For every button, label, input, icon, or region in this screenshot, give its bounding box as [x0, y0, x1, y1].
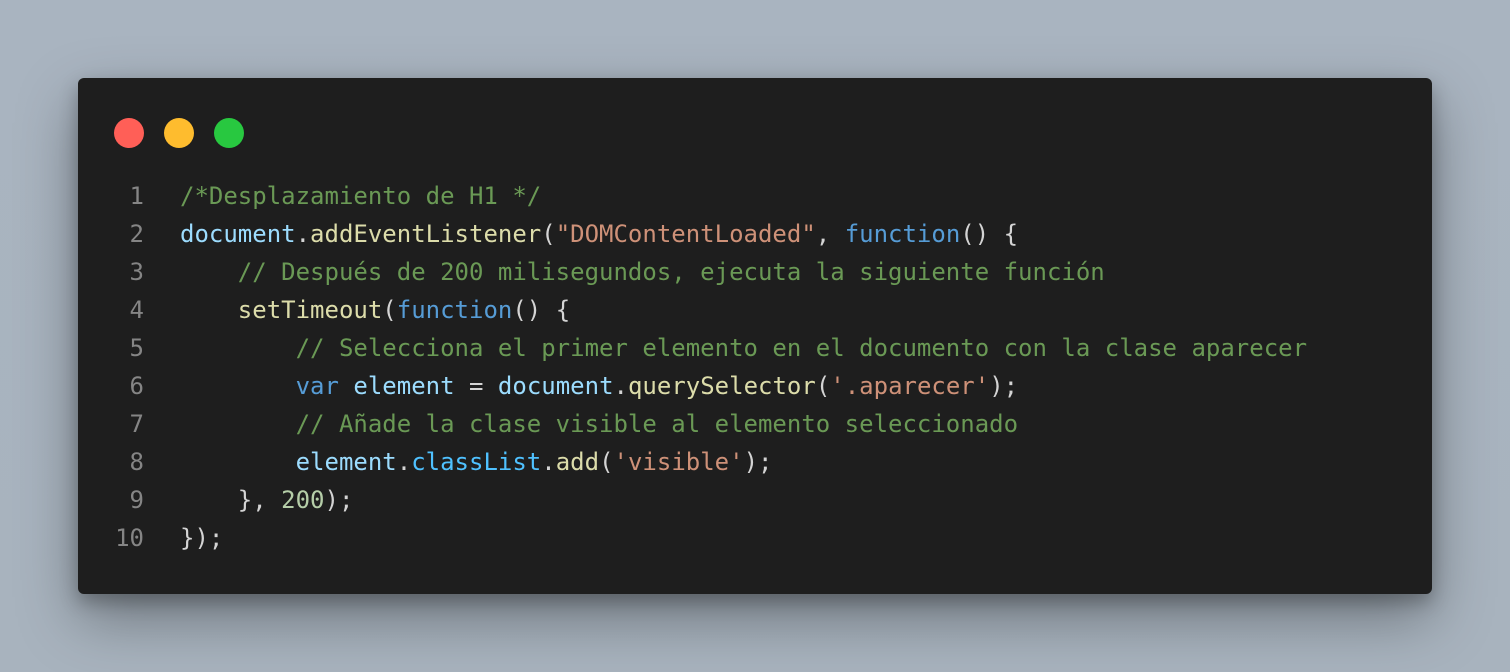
code-line: 2 document.addEventListener("DOMContentLo…	[78, 215, 1432, 253]
line-source: element.classList.add('visible');	[180, 443, 773, 481]
code-token: element	[353, 372, 455, 400]
code-token: /*Desplazamiento de H1 */	[180, 182, 542, 210]
code-token: // Añade la clase visible al elemento se…	[295, 410, 1019, 438]
code-token: '.aparecer'	[830, 372, 990, 400]
line-source: // Selecciona el primer elemento en el d…	[180, 329, 1307, 367]
code-token: .	[396, 448, 412, 476]
code-token: document	[180, 220, 296, 248]
code-token: function	[844, 220, 961, 248]
line-number: 5	[129, 334, 144, 362]
code-line: 8 element.classList.add('visible');	[78, 443, 1432, 481]
code-token: .	[295, 220, 311, 248]
line-number: 10	[115, 524, 144, 552]
code-token: );	[743, 448, 773, 476]
code-line: 9 }, 200);	[78, 481, 1432, 519]
maximize-dot-icon[interactable]	[214, 118, 244, 148]
code-token: (	[599, 448, 614, 476]
line-source: }, 200);	[180, 481, 354, 519]
line-source: document.addEventListener("DOMContentLoa…	[180, 215, 1018, 253]
code-token: () {	[512, 296, 571, 324]
code-token: (	[382, 296, 397, 324]
line-source: /*Desplazamiento de H1 */	[180, 177, 541, 215]
code-line: 1 /*Desplazamiento de H1 */	[78, 177, 1432, 215]
code-line: 3 // Después de 200 milisegundos, ejecut…	[78, 253, 1432, 291]
code-token: (	[541, 220, 556, 248]
line-number: 1	[129, 182, 144, 210]
code-token: querySelector	[627, 372, 816, 400]
code-token: document	[497, 372, 614, 400]
code-token: "DOMContentLoaded"	[555, 220, 816, 248]
code-token: },	[180, 486, 282, 514]
code-token: =	[454, 372, 498, 400]
code-token: classList	[411, 448, 542, 476]
code-token: add	[555, 448, 600, 476]
line-source: var element = document.querySelector('.a…	[180, 367, 1019, 405]
code-token: var	[295, 372, 339, 400]
line-source: // Añade la clase visible al elemento se…	[180, 405, 1018, 443]
code-line: 7 // Añade la clase visible al elemento …	[78, 405, 1432, 443]
line-number: 6	[129, 372, 144, 400]
code-window: 1/*Desplazamiento de H1 */2 document.addE…	[78, 78, 1432, 594]
line-number: 8	[129, 448, 144, 476]
code-token: element	[295, 448, 397, 476]
code-token: setTimeout	[237, 296, 383, 324]
line-source: // Después de 200 milisegundos, ejecuta …	[180, 253, 1105, 291]
code-line: 4 setTimeout(function() {	[78, 291, 1432, 329]
code-block: 1/*Desplazamiento de H1 */2 document.addE…	[78, 177, 1432, 557]
code-token: () {	[960, 220, 1019, 248]
code-token: .	[613, 372, 628, 400]
code-token: // Después de 200 milisegundos, ejecuta …	[237, 258, 1105, 286]
line-number: 2	[129, 220, 144, 248]
line-source: });	[180, 519, 223, 557]
code-token: (	[815, 372, 831, 400]
code-token: 'visible'	[613, 448, 744, 476]
code-line: 5 // Selecciona el primer elemento en el…	[78, 329, 1432, 367]
line-number: 7	[129, 410, 144, 438]
code-line: 10});	[78, 519, 1432, 557]
line-source: setTimeout(function() {	[180, 291, 570, 329]
code-line: 6 var element = document.querySelector('…	[78, 367, 1432, 405]
code-token: // Selecciona el primer elemento en el d…	[295, 334, 1308, 362]
line-number: 4	[129, 296, 144, 324]
minimize-dot-icon[interactable]	[164, 118, 194, 148]
code-token: ,	[815, 220, 845, 248]
line-number: 3	[129, 258, 144, 286]
code-token: });	[180, 524, 224, 552]
code-token: );	[989, 372, 1019, 400]
code-token: addEventListener	[310, 220, 542, 248]
close-dot-icon[interactable]	[114, 118, 144, 148]
line-number: 9	[129, 486, 144, 514]
code-token: );	[324, 486, 354, 514]
code-token: 200	[281, 486, 325, 514]
code-token: .	[541, 448, 556, 476]
code-token: function	[396, 296, 513, 324]
